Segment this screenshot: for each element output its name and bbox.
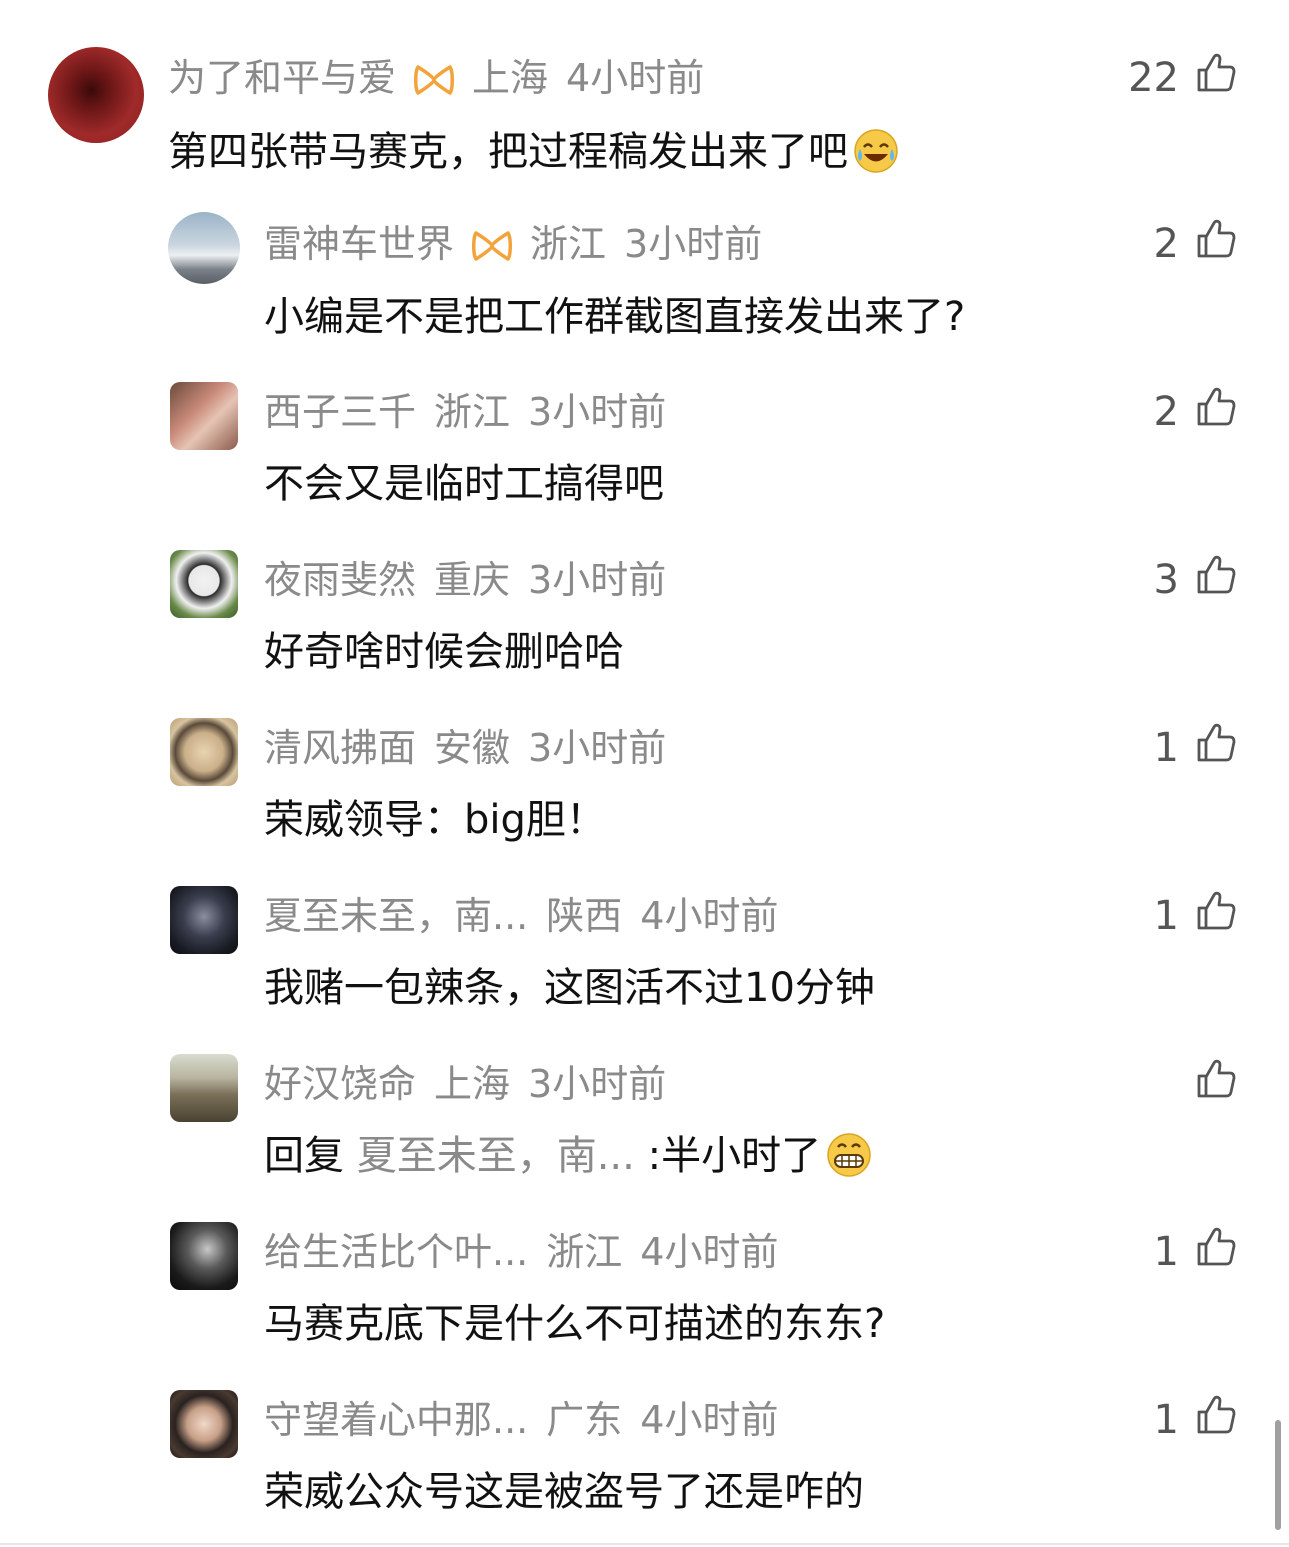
- avatar[interactable]: [48, 47, 144, 143]
- location: 浙江: [434, 390, 511, 434]
- avatar[interactable]: [168, 212, 240, 284]
- location: 广东: [546, 1398, 623, 1442]
- avatar[interactable]: [170, 1054, 238, 1122]
- username[interactable]: 好汉饶命: [264, 1062, 416, 1106]
- like-count: 2: [1153, 221, 1179, 267]
- like-count: 22: [1128, 55, 1179, 101]
- timestamp: 3小时前: [528, 390, 667, 434]
- thumbs-up-icon: [1195, 1058, 1237, 1110]
- bow-badge-icon: [472, 220, 513, 280]
- username[interactable]: 西子三千: [264, 390, 416, 434]
- timestamp: 3小时前: [528, 558, 667, 602]
- comment-text: 好奇啥时候会删哈哈: [264, 629, 624, 675]
- like-count: 2: [1153, 389, 1179, 435]
- thumbs-up-icon: [1195, 722, 1237, 774]
- comment-text: 第四张带马赛克，把过程稿发出来了吧: [168, 122, 900, 192]
- like-button[interactable]: 3: [1154, 550, 1237, 610]
- comment-text: 荣威领导：big胆！: [264, 797, 606, 843]
- comment-text: 小编是不是把工作群截图直接发出来了?: [264, 294, 966, 340]
- grinning-emoji-icon: [825, 1131, 873, 1196]
- avatar[interactable]: [170, 1390, 238, 1458]
- timestamp: 3小时前: [528, 726, 667, 770]
- comment-text: 荣威公众号这是被盗号了还是咋的: [264, 1469, 864, 1515]
- bow-badge-icon: [414, 54, 455, 114]
- comment-text: 马赛克底下是什么不可描述的东东?: [264, 1301, 886, 1347]
- reply-prefix: 回复: [264, 1133, 344, 1179]
- thumbs-up-icon: [1195, 218, 1237, 270]
- location: 上海: [434, 1062, 511, 1106]
- location: 浙江: [546, 1230, 623, 1274]
- avatar[interactable]: [170, 718, 238, 786]
- timestamp: 3小时前: [528, 1062, 667, 1106]
- like-count: 1: [1153, 893, 1179, 939]
- avatar[interactable]: [170, 382, 238, 450]
- reply-mention[interactable]: 夏至未至，南...: [357, 1133, 635, 1179]
- avatar[interactable]: [170, 550, 238, 618]
- timestamp: 4小时前: [640, 894, 779, 938]
- thumbs-up-icon: [1195, 1394, 1237, 1446]
- username[interactable]: 清风拂面: [264, 726, 416, 770]
- scrollbar[interactable]: [1275, 1420, 1281, 1530]
- username[interactable]: 夜雨斐然: [264, 558, 416, 602]
- location: 陕西: [546, 894, 623, 938]
- like-button[interactable]: [1169, 1054, 1237, 1114]
- like-count: 1: [1153, 1397, 1179, 1443]
- thumbs-up-icon: [1195, 1226, 1237, 1278]
- like-count: 3: [1153, 557, 1179, 603]
- divider: [0, 1543, 1289, 1545]
- comment-text: 不会又是临时工搞得吧: [264, 461, 664, 507]
- comment-text: 我赌一包辣条，这图活不过10分钟: [264, 965, 875, 1011]
- location: 浙江: [530, 222, 607, 266]
- username[interactable]: 雷神车世界: [264, 222, 454, 266]
- location: 安徽: [434, 726, 511, 770]
- like-button[interactable]: 2: [1154, 382, 1237, 442]
- like-count: 1: [1153, 725, 1179, 771]
- avatar[interactable]: [170, 886, 238, 954]
- thumbs-up-icon: [1195, 386, 1237, 438]
- comment-text: 回复 夏至未至，南... :半小时了: [264, 1126, 873, 1196]
- username[interactable]: 守望着心中那...: [264, 1398, 528, 1442]
- like-button[interactable]: 1: [1154, 718, 1237, 778]
- thumbs-up-icon: [1195, 890, 1237, 942]
- username[interactable]: 为了和平与爱: [168, 56, 396, 100]
- thumbs-up-icon: [1195, 52, 1237, 104]
- comment-thread: 为了和平与爱 上海 4小时前 22 第四张带马赛克，把过程稿发出来了吧 雷神车世界浙…: [0, 0, 1289, 1547]
- like-button[interactable]: 22: [1128, 48, 1237, 108]
- thumbs-up-icon: [1195, 554, 1237, 606]
- avatar[interactable]: [170, 1222, 238, 1290]
- timestamp: 4小时前: [640, 1398, 779, 1442]
- like-count: 1: [1153, 1229, 1179, 1275]
- username[interactable]: 夏至未至，南...: [264, 894, 528, 938]
- timestamp: 4小时前: [566, 56, 705, 100]
- timestamp: 4小时前: [640, 1230, 779, 1274]
- laughing-crying-emoji-icon: [852, 127, 900, 192]
- location: 上海: [472, 56, 549, 100]
- location: 重庆: [434, 558, 511, 602]
- like-button[interactable]: 1: [1154, 1222, 1237, 1282]
- timestamp: 3小时前: [624, 222, 763, 266]
- like-button[interactable]: 1: [1154, 1390, 1237, 1450]
- like-button[interactable]: 1: [1154, 886, 1237, 946]
- username[interactable]: 给生活比个叶...: [264, 1230, 528, 1274]
- like-button[interactable]: 2: [1154, 214, 1237, 274]
